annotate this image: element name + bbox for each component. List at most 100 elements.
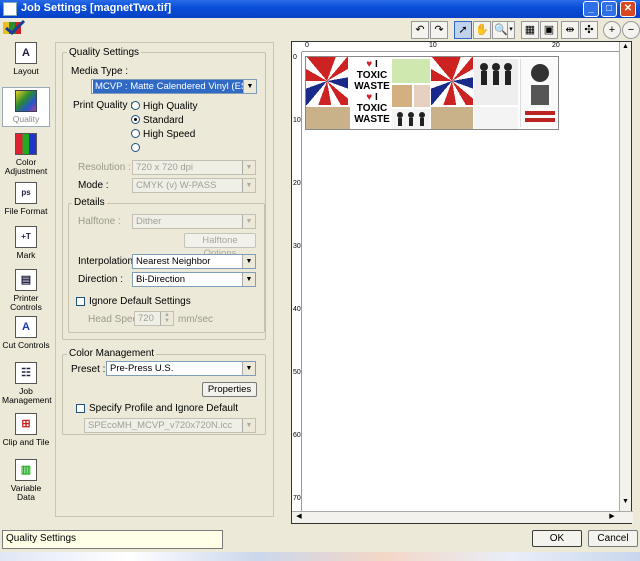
figures-graphic <box>474 59 518 105</box>
print-quality-label: Print Quality : <box>73 100 134 111</box>
ruler-mark: 10 <box>293 117 301 124</box>
mode-select: CMYK (v) W-PASS ▼ <box>132 178 256 193</box>
nav-job-management[interactable]: ☷ Job Management <box>2 362 52 405</box>
nav-mark[interactable]: +T Mark <box>2 226 50 260</box>
halftone-options-button[interactable]: Halftone Options <box>184 233 256 259</box>
spin-arrows-icon: ▲ ▼ <box>160 312 173 325</box>
pq-option-label: High Quality <box>143 101 198 112</box>
preset-value: Pre-Press U.S. <box>110 363 174 374</box>
interpolation-select[interactable]: Nearest Neighbor ▼ <box>132 254 256 269</box>
scroll-right-icon[interactable]: ▶ <box>607 512 617 522</box>
direction-select[interactable]: Bi-Direction ▼ <box>132 272 256 287</box>
horizontal-scrollbar[interactable]: ◀ ▶ <box>292 511 633 523</box>
nav-clip-and-tile[interactable]: ⊞ Clip and Tile <box>2 413 50 447</box>
logo-icon <box>3 19 27 36</box>
profile-value: SPEcoMH_MCVP_v720x720N.icc <box>88 420 233 431</box>
minimize-button[interactable]: _ <box>583 1 599 17</box>
nav-label: File Format <box>4 206 48 216</box>
nav-printer-controls[interactable]: ▤ Printer Controls <box>2 269 50 312</box>
fit-window-icon[interactable]: ▣ <box>540 21 558 39</box>
rotate-right-icon[interactable]: ↷ <box>430 21 448 39</box>
nav-label: Color Adjustment <box>4 157 48 176</box>
halftone-label: Halftone : <box>78 216 121 227</box>
nav-label: Variable Data <box>10 483 42 502</box>
job-settings-window: Job Settings [magnetTwo.tif] _ □ ✕ ↶ ↷ ➚… <box>0 0 640 561</box>
printer-controls-icon: ▤ <box>15 269 37 291</box>
status-bar: Quality Settings <box>2 530 223 549</box>
pq-high-speed-radio[interactable] <box>131 129 140 138</box>
profile-select: SPEcoMH_MCVP_v720x720N.icc ▼ <box>84 418 256 433</box>
ruler-mark: 30 <box>293 243 301 250</box>
media-type-select[interactable]: MCVP : Matte Calendered Vinyl (ESM) ▼ <box>91 79 257 94</box>
tile-i: I <box>374 59 378 70</box>
media-type-value: MCVP : Matte Calendered Vinyl (ESM) <box>93 80 256 93</box>
preview-canvas[interactable]: 0 10 20 0 10 20 30 40 50 60 70 ♥ I TOXIC… <box>291 41 633 524</box>
specify-profile-checkbox[interactable] <box>76 404 85 413</box>
tile-toxic: TOXIC <box>356 70 388 81</box>
fit-page-icon[interactable]: ▦ <box>521 21 539 39</box>
specify-profile-label: Specify Profile and Ignore Default <box>89 403 238 414</box>
chevron-down-icon: ▼ <box>242 273 255 286</box>
rotate-left-icon[interactable]: ↶ <box>411 21 429 39</box>
vertical-scrollbar[interactable]: ▲ ▼ <box>619 42 631 513</box>
ruler-mark: 70 <box>293 495 301 502</box>
tile-waste: WASTE <box>354 114 390 125</box>
category-nav: A Layout Quality Color Adjustment ps Fil… <box>0 40 52 510</box>
color-adjustment-icon <box>15 133 37 155</box>
figures-graphic <box>392 109 430 129</box>
ruler-top: 0 10 20 <box>302 42 619 52</box>
cancel-button[interactable]: Cancel <box>588 530 638 547</box>
nav-cut-controls[interactable]: A Cut Controls <box>2 316 50 350</box>
chevron-down-icon: ▼ <box>242 161 255 174</box>
scroll-up-icon[interactable]: ▲ <box>621 43 630 53</box>
properties-button[interactable]: Properties <box>202 382 257 397</box>
zoom-dropdown-icon[interactable]: ▾ <box>507 21 515 39</box>
tile-toxic: TOXIC <box>356 103 388 114</box>
close-button[interactable]: ✕ <box>620 1 636 17</box>
cut-controls-icon: A <box>15 316 37 338</box>
scroll-left-icon[interactable]: ◀ <box>294 512 304 522</box>
file-format-icon: ps <box>15 182 37 204</box>
details-title: Details <box>72 197 107 208</box>
zoom-in-icon[interactable]: + <box>603 21 621 39</box>
pointer-tool-icon[interactable]: ➚ <box>454 21 472 39</box>
ruler-mark: 20 <box>293 180 301 187</box>
photo-thumbnail <box>306 107 350 129</box>
nav-layout[interactable]: A Layout <box>2 42 50 76</box>
quality-icon <box>15 90 37 112</box>
preview-toolbar: ↶ ↷ ➚ ✋ 🔍 ▾ ▦ ▣ ⇹ ✣ + − <box>411 21 640 39</box>
quality-panel: Quality Settings Media Type : MCVP : Mat… <box>55 42 274 517</box>
mode-value: CMYK (v) W-PASS <box>136 180 217 191</box>
color-management-title: Color Management <box>67 348 157 359</box>
ruler-mark: 50 <box>293 369 301 376</box>
nav-label: Cut Controls <box>2 340 50 350</box>
pq-high-quality-radio[interactable] <box>131 101 140 110</box>
photo-thumbnail <box>431 107 473 129</box>
ok-button[interactable]: OK <box>532 530 582 547</box>
scroll-down-icon[interactable]: ▼ <box>621 498 630 508</box>
hand-tool-icon[interactable]: ✋ <box>473 21 491 39</box>
toxic-waste-text: ♥ I TOXIC WASTE ♥ I TOXIC WASTE <box>350 59 394 125</box>
actual-size-icon[interactable]: ✣ <box>580 21 598 39</box>
background-strip <box>0 552 640 561</box>
pq-standard-radio[interactable] <box>131 115 140 124</box>
figures-graphic <box>474 107 518 129</box>
zoom-out-icon[interactable]: − <box>622 21 640 39</box>
nav-color-adjustment[interactable]: Color Adjustment <box>2 133 50 176</box>
preset-select[interactable]: Pre-Press U.S. ▼ <box>106 361 256 376</box>
nav-variable-data[interactable]: ▥ Variable Data <box>2 459 50 502</box>
interpolation-label: Interpolation : <box>78 256 139 267</box>
variable-data-icon: ▥ <box>15 459 37 481</box>
fit-width-icon[interactable]: ⇹ <box>561 21 579 39</box>
nav-label: Quality <box>12 114 40 124</box>
ignore-default-checkbox[interactable] <box>76 297 85 306</box>
title-bar[interactable]: Job Settings [magnetTwo.tif] _ □ ✕ <box>0 0 640 18</box>
layout-icon: A <box>15 42 37 64</box>
tile-waste: WASTE <box>354 81 390 92</box>
maximize-button[interactable]: □ <box>601 1 617 17</box>
pq-custom-radio[interactable] <box>131 143 140 152</box>
nav-quality[interactable]: Quality <box>2 87 50 127</box>
photo-thumbnail <box>414 85 430 107</box>
head-speed-stepper: 720 ▲ ▼ <box>134 311 174 326</box>
nav-file-format[interactable]: ps File Format <box>2 182 50 216</box>
